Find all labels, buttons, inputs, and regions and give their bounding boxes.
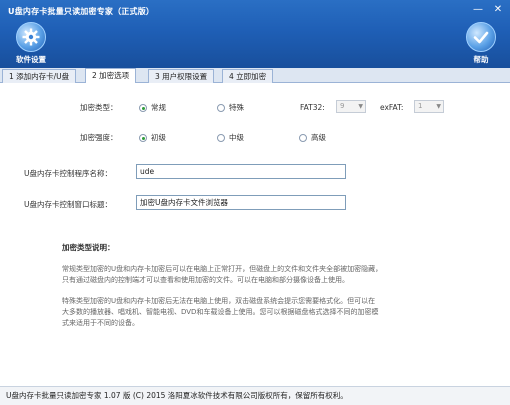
encryption-type-label: 加密类型： (80, 103, 118, 112)
program-name-label: U盘内存卡控制程序名称： (24, 169, 112, 178)
exfat-label: exFAT: (380, 103, 404, 112)
exfat-select[interactable]: 1 ▼ (414, 100, 444, 113)
tab-encrypt-now[interactable]: 4 立即加密 (222, 69, 274, 83)
radio-unselected-indicator (217, 133, 225, 142)
chevron-down-icon: ▼ (358, 103, 363, 110)
encryption-strength-label: 加密强度： (80, 133, 118, 142)
window-title-label: U盘内存卡控制窗口标题： (24, 200, 112, 209)
program-name-input[interactable]: ude (136, 164, 346, 179)
app-window: U盘内存卡批量只读加密专家（正式版） — ✕ 软件设置 帮助 1 添加内存卡/U… (0, 0, 510, 405)
gear-icon (16, 22, 46, 52)
close-button[interactable]: ✕ (490, 3, 506, 16)
exfat-value: 1 (418, 102, 423, 110)
fat32-value: 9 (340, 102, 345, 110)
help-label: 帮助 (473, 55, 489, 64)
strength-basic-label: 初级 (151, 133, 166, 142)
settings-button[interactable]: 软件设置 (6, 22, 56, 66)
minimize-button[interactable]: — (470, 3, 486, 16)
description-line: 常规类型加密的U盘和内存卡加密后可以在电脑上正常打开，但磁盘上的文件和文件夹全部… (62, 265, 383, 273)
help-icon (466, 22, 496, 52)
window-title: U盘内存卡批量只读加密专家（正式版） (8, 7, 155, 16)
description-regular: 常规类型加密的U盘和内存卡加密后可以在电脑上正常打开，但磁盘上的文件和文件夹全部… (62, 264, 452, 286)
window-title-input[interactable]: 加密U盘内存卡文件浏览器 (136, 195, 346, 210)
description-line: 只有通过磁盘内的控制端才可以查看和使用加密的文件。可以在电脑和部分摄像设备上使用… (62, 276, 349, 284)
settings-label: 软件设置 (16, 55, 46, 64)
status-bar: U盘内存卡批量只读加密专家 1.07 版 (C) 2015 洛阳夏冰软件技术有限… (0, 386, 510, 405)
type-special-label: 特殊 (229, 103, 244, 112)
fat32-select[interactable]: 9 ▼ (336, 100, 366, 113)
type-regular-label: 常规 (151, 103, 166, 112)
tab-strip: 1 添加内存卡/U盘 2 加密选项 3 用户权限设置 4 立即加密 (0, 68, 510, 84)
strength-medium-label: 中级 (229, 133, 244, 142)
encryption-options-panel: 加密类型： 常规 特殊 FAT32: 9 ▼ exFAT: 1 ▼ 加密强度： … (0, 83, 510, 386)
strength-medium-radio[interactable]: 中级 (217, 132, 244, 143)
tab-encryption-options[interactable]: 2 加密选项 (85, 68, 137, 84)
strength-high-label: 高级 (311, 133, 326, 142)
type-special-radio[interactable]: 特殊 (217, 102, 244, 113)
description-line: 式来适用于不同的设备。 (62, 319, 139, 327)
radio-selected-indicator (139, 103, 147, 112)
radio-selected-indicator (139, 133, 147, 142)
title-bar: U盘内存卡批量只读加密专家（正式版） — ✕ 软件设置 帮助 (0, 0, 510, 68)
copyright-text: U盘内存卡批量只读加密专家 1.07 版 (C) 2015 洛阳夏冰软件技术有限… (6, 391, 348, 400)
tab-add-card[interactable]: 1 添加内存卡/U盘 (2, 69, 77, 83)
description-line: 大多数的播放器、唱戏机、智能电视、DVD和车载设备上使用。您可以根据磁盘格式选择… (62, 308, 379, 316)
tab-user-permissions[interactable]: 3 用户权限设置 (148, 69, 215, 83)
radio-unselected-indicator (299, 133, 307, 142)
description-special: 特殊类型加密的U盘和内存卡加密后无法在电脑上使用，双击磁盘系统会提示您需要格式化… (62, 296, 452, 329)
radio-unselected-indicator (217, 103, 225, 112)
strength-high-radio[interactable]: 高级 (299, 132, 326, 143)
description-line: 特殊类型加密的U盘和内存卡加密后无法在电脑上使用，双击磁盘系统会提示您需要格式化… (62, 297, 376, 305)
fat32-label: FAT32: (300, 103, 325, 112)
strength-basic-radio[interactable]: 初级 (139, 132, 166, 143)
help-button[interactable]: 帮助 (456, 22, 506, 66)
description-title: 加密类型说明： (62, 243, 115, 252)
chevron-down-icon: ▼ (436, 103, 441, 110)
type-regular-radio[interactable]: 常规 (139, 102, 166, 113)
